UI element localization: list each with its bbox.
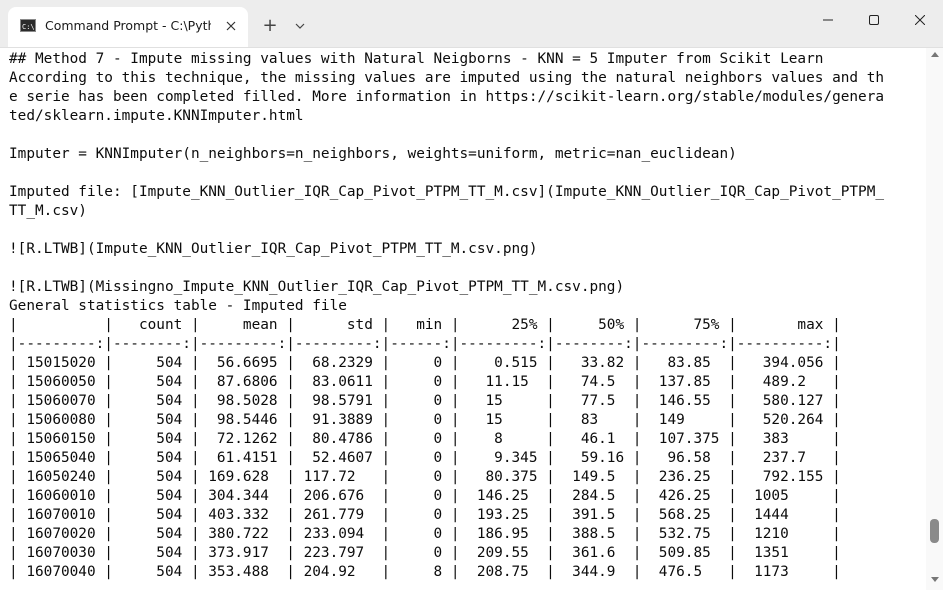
terminal-output[interactable]: ## Method 7 - Impute missing values with… — [0, 48, 926, 590]
terminal-line: | 15060080 | 504 | 98.5446 | 91.3889 | 0… — [9, 412, 841, 428]
plus-icon: + — [262, 14, 278, 36]
terminal-line: | 15060150 | 504 | 72.1262 | 80.4786 | 0… — [9, 431, 841, 447]
vertical-scrollbar[interactable] — [926, 48, 943, 590]
terminal-line: | 16070010 | 504 | 403.332 | 261.779 | 0… — [9, 507, 841, 523]
minimize-button[interactable] — [805, 0, 851, 40]
svg-text:C:\: C:\ — [22, 23, 34, 30]
terminal-line: | 15060070 | 504 | 98.5028 | 98.5791 | 0… — [9, 393, 841, 409]
terminal-line: ted/sklearn.impute.KNNImputer.html — [9, 108, 304, 124]
terminal-text: ## Method 7 - Impute missing values with… — [0, 48, 926, 582]
terminal-line: | 16050240 | 504 | 169.628 | 117.72 | 0 … — [9, 469, 841, 485]
scroll-up-icon[interactable] — [930, 50, 939, 59]
title-bar: C:\ Command Prompt - C:\Python + — [0, 0, 943, 48]
maximize-icon — [869, 15, 879, 25]
terminal-line: Imputed file: [Impute_KNN_Outlier_IQR_Ca… — [9, 184, 885, 200]
chevron-down-icon — [295, 23, 305, 29]
new-tab-button[interactable]: + — [258, 14, 282, 36]
tab-dropdown-button[interactable] — [288, 15, 312, 37]
close-window-button[interactable] — [897, 0, 943, 40]
terminal-line: | 16070030 | 504 | 373.917 | 223.797 | 0… — [9, 545, 841, 561]
terminal-line: According to this technique, the missing… — [9, 70, 885, 86]
terminal-line: |---------:|--------:|---------:|-------… — [9, 336, 841, 352]
terminal-line: | 16060010 | 504 | 304.344 | 206.676 | 0… — [9, 488, 841, 504]
minimize-icon — [823, 19, 833, 21]
tab-command-prompt[interactable]: C:\ Command Prompt - C:\Python — [8, 7, 248, 47]
terminal-line: | 15065040 | 504 | 61.4151 | 52.4607 | 0… — [9, 450, 841, 466]
scroll-thumb[interactable] — [930, 518, 939, 543]
terminal-line: | | count | mean | std | min | 25% | 50%… — [9, 317, 841, 333]
terminal-line: e serie has been completed filled. More … — [9, 89, 885, 105]
terminal-line: ![R.LTWB](Impute_KNN_Outlier_IQR_Cap_Piv… — [9, 241, 538, 257]
terminal-line: Imputer = KNNImputer(n_neighbors=n_neigh… — [9, 146, 737, 162]
terminal-line: | 15015020 | 504 | 56.6695 | 68.2329 | 0… — [9, 355, 841, 371]
terminal-line: | 16070040 | 504 | 353.488 | 204.92 | 8 … — [9, 564, 841, 580]
terminal-line: TT_M.csv) — [9, 203, 87, 219]
terminal-line: General statistics table - Imputed file — [9, 298, 347, 314]
cmd-icon: C:\ — [20, 19, 36, 32]
close-icon — [915, 15, 925, 25]
tab-title: Command Prompt - C:\Python — [45, 18, 211, 33]
terminal-line: ## Method 7 - Impute missing values with… — [9, 51, 824, 67]
terminal-line: | 16070020 | 504 | 380.722 | 233.094 | 0… — [9, 526, 841, 542]
maximize-button[interactable] — [851, 0, 897, 40]
scroll-down-icon[interactable] — [930, 575, 939, 584]
terminal-line: ![R.LTWB](Missingno_Impute_KNN_Outlier_I… — [9, 279, 625, 295]
terminal-line: | 15060050 | 504 | 87.6806 | 83.0611 | 0… — [9, 374, 841, 390]
tab-close-icon[interactable] — [220, 15, 242, 37]
